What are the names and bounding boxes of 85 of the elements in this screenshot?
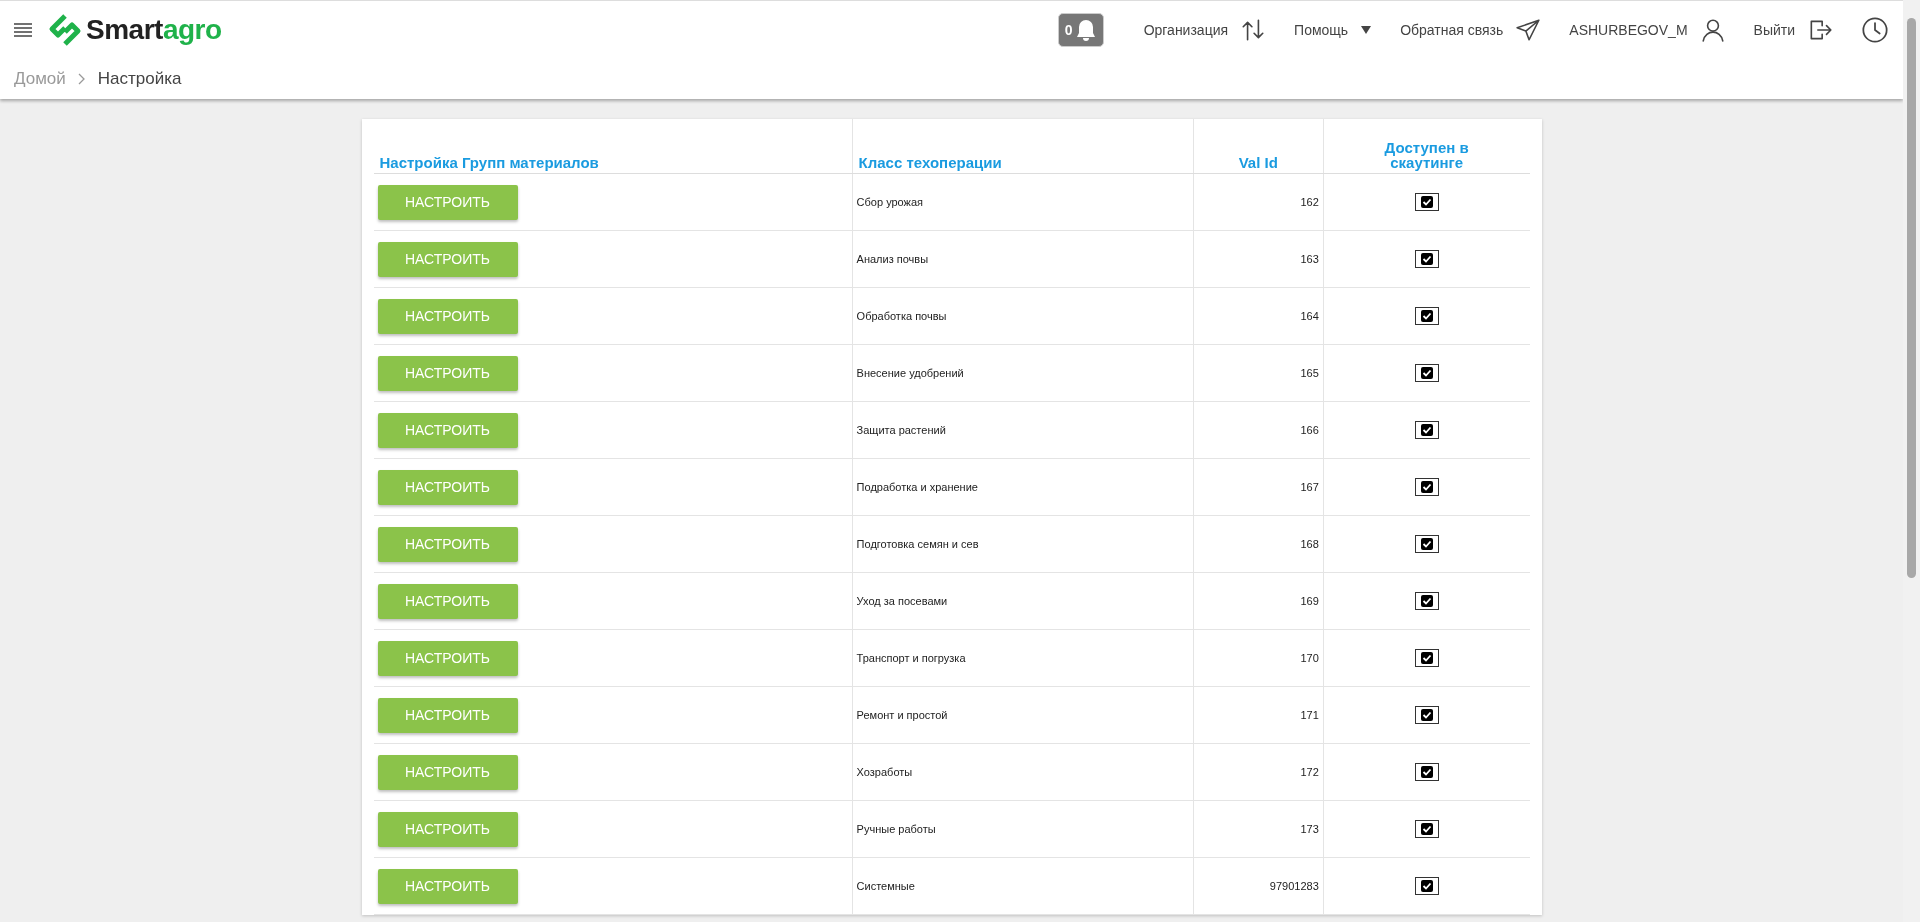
table-cell: Транспорт и погрузка [856,652,966,664]
configure-button[interactable]: НАСТРОИТЬ [377,526,518,562]
table-cell: 163 [1300,253,1319,265]
check-icon [1421,653,1432,663]
checkbox[interactable] [1414,592,1439,610]
table-cell: Ручные работы [856,823,936,835]
table-cell: Подготовка семян и сев [856,538,979,550]
configure-button[interactable]: НАСТРОИТЬ [377,583,518,619]
table-cell: Внесение удобрений [856,367,964,379]
configure-button[interactable]: НАСТРОИТЬ [377,298,518,334]
check-icon [1421,197,1432,207]
configure-button[interactable]: НАСТРОИТЬ [377,697,518,733]
logo-icon [48,13,82,47]
checkbox[interactable] [1414,364,1439,382]
table-cell: Хозработы [856,766,913,778]
column-header: Доступен в скаутинге [1383,139,1470,171]
checkbox[interactable] [1414,820,1439,838]
header-link[interactable]: ASHURBEGOV_M [1569,17,1726,43]
configure-button[interactable]: НАСТРОИТЬ [377,469,518,505]
check-icon [1421,767,1432,777]
bell-icon [1074,18,1097,42]
checkbox[interactable] [1414,877,1439,895]
checkbox[interactable] [1414,193,1439,211]
column-header: Настройка Групп материалов [379,154,599,172]
clock-icon [1861,16,1889,44]
checkbox[interactable] [1414,763,1439,781]
check-icon [1421,311,1432,321]
column-header: Класс техоперации [858,154,1002,172]
check-icon [1421,254,1432,264]
check-icon [1421,539,1432,549]
table-cell: 165 [1300,367,1319,379]
header-link[interactable]: Помощь [1294,22,1373,38]
check-icon [1421,596,1432,606]
header-link[interactable]: Обратная связь [1400,17,1542,43]
table-cell: 171 [1300,709,1319,721]
header-link[interactable]: Организация [1143,17,1267,43]
column-header: Val Id [1238,154,1278,172]
checkbox[interactable] [1414,421,1439,439]
menu-icon[interactable] [14,23,32,37]
paper-plane-icon [1515,17,1542,43]
table-cell: Анализ почвы [856,253,929,265]
table-cell: 173 [1300,823,1319,835]
table-cell: 167 [1300,481,1319,493]
configure-button[interactable]: НАСТРОИТЬ [377,241,518,277]
checkbox[interactable] [1414,478,1439,496]
chevron-right-icon [77,73,86,85]
table-cell: 172 [1300,766,1319,778]
checkbox[interactable] [1414,535,1439,553]
checkbox[interactable] [1414,649,1439,667]
configure-button[interactable]: НАСТРОИТЬ [377,640,518,676]
table-cell: 170 [1300,652,1319,664]
table-cell: Защита растений [856,424,946,436]
configure-button[interactable]: НАСТРОИТЬ [377,412,518,448]
check-icon [1421,881,1432,891]
table-cell: Подработка и хранение [856,481,978,493]
breadcrumb-item[interactable]: Домой [14,69,66,89]
check-icon [1421,425,1432,435]
configure-button[interactable]: НАСТРОИТЬ [377,868,518,904]
table-cell: 169 [1300,595,1319,607]
header-link[interactable]: Выйти [1753,17,1833,43]
table-cell: Обработка почвы [856,310,947,322]
table-cell: 166 [1300,424,1319,436]
table-cell: Уход за посевами [856,595,948,607]
table-cell: 97901283 [1269,880,1319,892]
table-cell: Системные [856,880,915,892]
table-cell: 164 [1300,310,1319,322]
caret-icon [1360,25,1373,35]
checkbox[interactable] [1414,307,1439,325]
check-icon [1421,368,1432,378]
table-cell: Ремонт и простой [856,709,948,721]
checkbox[interactable] [1414,250,1439,268]
check-icon [1421,482,1432,492]
configure-button[interactable]: НАСТРОИТЬ [377,184,518,220]
check-icon [1421,824,1432,834]
notifications-button[interactable]: 0 [1057,13,1104,47]
configure-button[interactable]: НАСТРОИТЬ [377,754,518,790]
logo-text: Smartagro [86,14,222,46]
table-cell: 162 [1300,196,1319,208]
configure-button[interactable]: НАСТРОИТЬ [377,355,518,391]
table-cell: Сбор урожая [856,196,924,208]
breadcrumb-item: Настройка [97,69,182,89]
configure-button[interactable]: НАСТРОИТЬ [377,811,518,847]
checkbox[interactable] [1414,706,1439,724]
table-cell: 168 [1300,538,1319,550]
check-icon [1421,710,1432,720]
